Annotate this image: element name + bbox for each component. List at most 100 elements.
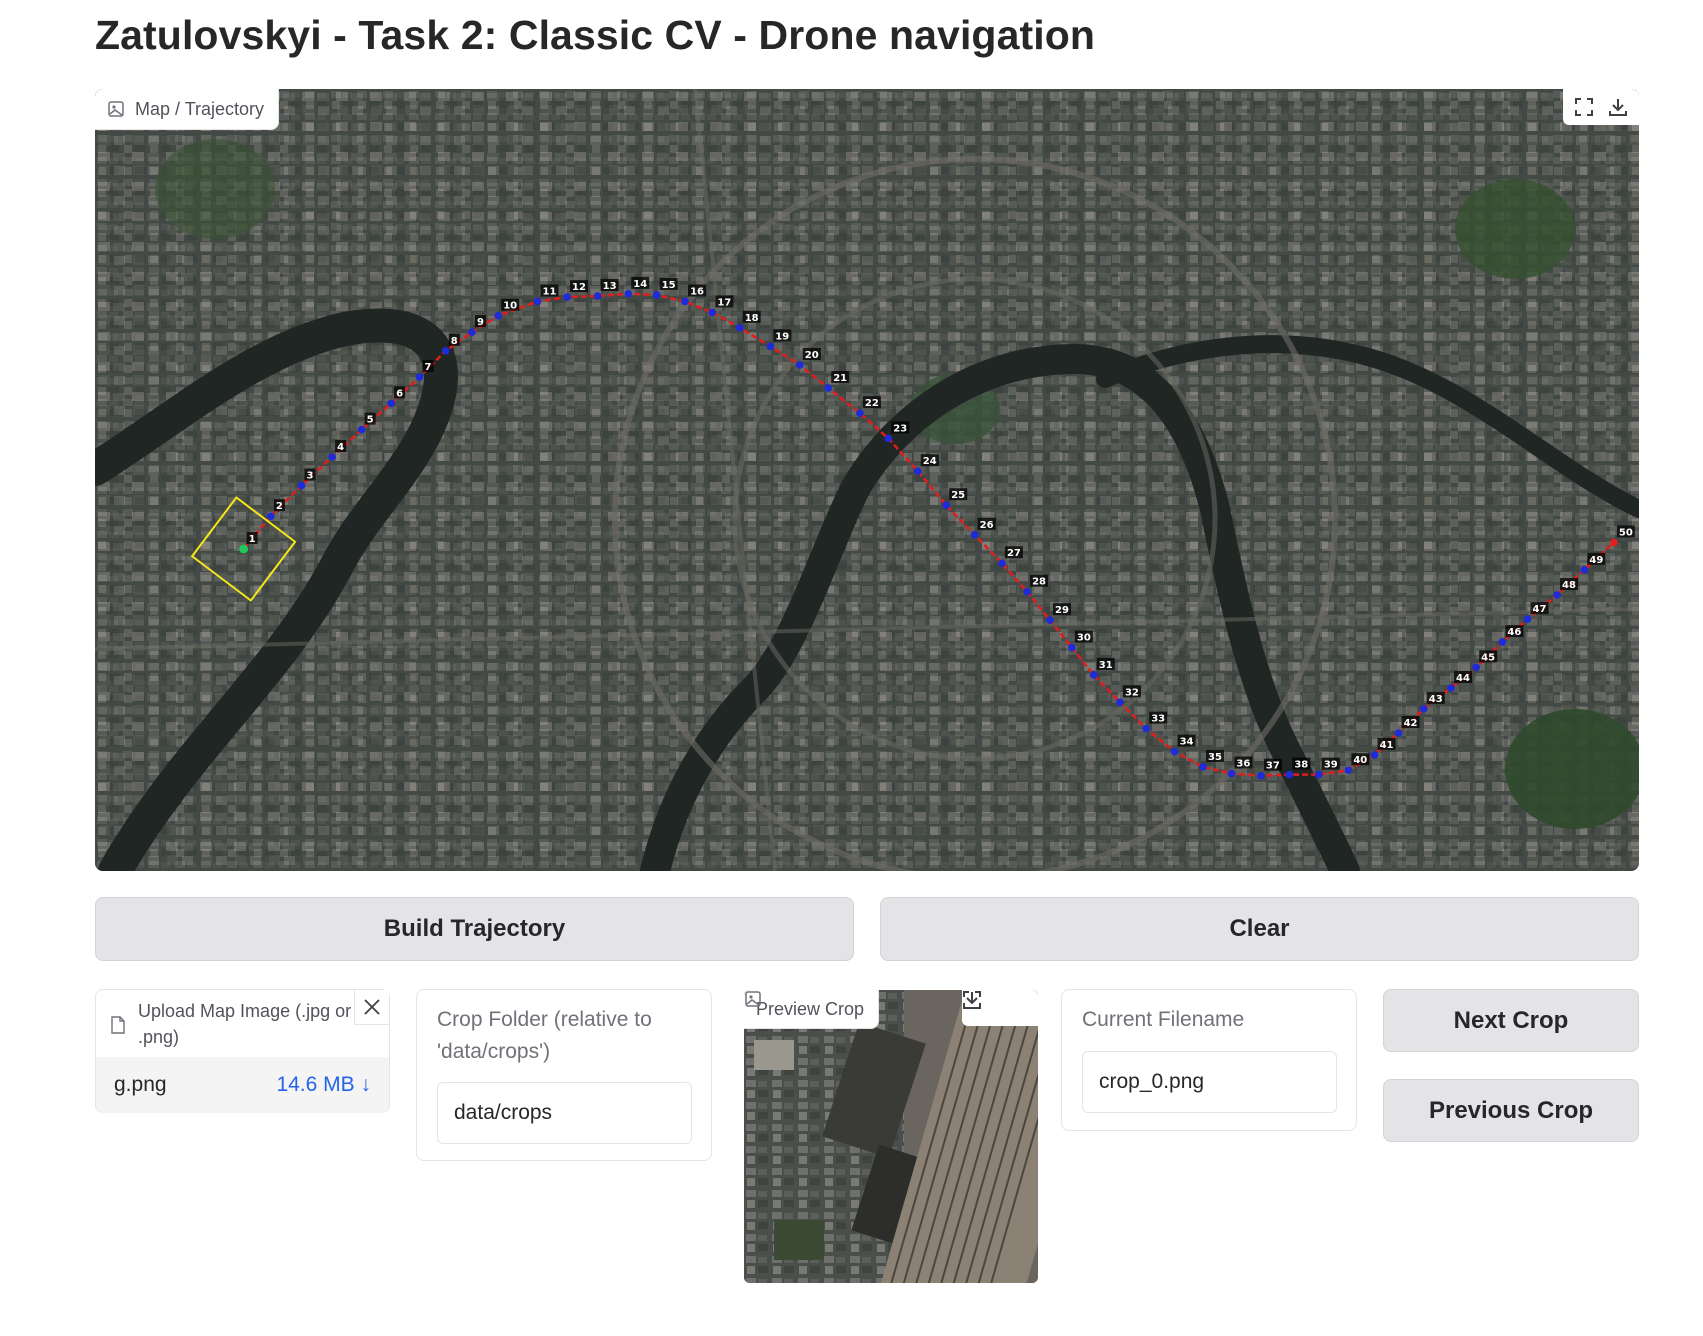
- crop-folder-input[interactable]: data/crops: [437, 1082, 692, 1144]
- current-filename-input[interactable]: crop_0.png: [1082, 1051, 1337, 1113]
- trajectory-point: [1199, 763, 1207, 771]
- trajectory-point-label: 39: [1324, 760, 1338, 771]
- fullscreen-icon[interactable]: [1567, 91, 1601, 123]
- trajectory-point: [884, 434, 893, 443]
- trajectory-point-label: 12: [572, 282, 586, 293]
- trajectory-point-label: 10: [503, 301, 517, 312]
- trajectory-point-label: 2: [276, 501, 283, 512]
- upload-label: Upload Map Image (.jpg or .png): [138, 1001, 352, 1048]
- trajectory-point-label: 19: [775, 331, 789, 342]
- trajectory-point: [468, 328, 476, 336]
- trajectory-point: [824, 384, 833, 392]
- download-icon[interactable]: [1601, 91, 1635, 123]
- file-size-download-link[interactable]: 14.6 MB ↓: [276, 1073, 371, 1097]
- trajectory-point: [681, 297, 689, 306]
- trajectory-point-label: 14: [633, 279, 647, 290]
- trajectory-point-label: 46: [1507, 627, 1521, 638]
- trajectory-point: [970, 530, 979, 539]
- trajectory-point: [1523, 615, 1532, 623]
- trajectory-point: [1447, 684, 1455, 692]
- previous-crop-button[interactable]: Previous Crop: [1383, 1079, 1639, 1142]
- trajectory-point-label: 48: [1562, 580, 1576, 591]
- trajectory-point: [624, 290, 633, 298]
- trajectory-point-label: 15: [662, 280, 676, 291]
- trajectory-point-label: 3: [307, 470, 314, 481]
- trajectory-point: [441, 346, 450, 355]
- trajectory-point-label: 22: [865, 398, 879, 409]
- trajectory-point-label: 47: [1533, 604, 1547, 615]
- trajectory-point: [1370, 751, 1379, 759]
- file-name: g.png: [114, 1073, 167, 1096]
- trajectory-point-label: 33: [1151, 714, 1165, 725]
- trajectory-point: [652, 291, 661, 299]
- download-icon[interactable]: [963, 992, 1034, 1024]
- clear-button[interactable]: Clear: [880, 897, 1639, 961]
- trajectory-point-label: 8: [451, 336, 458, 347]
- image-icon: [108, 101, 124, 117]
- trajectory-point: [1580, 566, 1589, 574]
- trajectory-point-label: 1: [249, 534, 256, 545]
- trajectory-point: [914, 467, 922, 476]
- trajectory-point: [735, 323, 744, 332]
- trajectory-point-label: 45: [1481, 652, 1495, 663]
- current-filename-panel: Current Filename crop_0.png: [1061, 989, 1357, 1131]
- next-crop-button[interactable]: Next Crop: [1383, 989, 1639, 1052]
- trajectory-point-label: 40: [1353, 755, 1367, 766]
- trajectory-point-label: 30: [1077, 633, 1091, 644]
- preview-image-label-text: Preview Crop: [756, 998, 865, 1019]
- trajectory-point: [1089, 671, 1098, 679]
- trajectory-point-label: 35: [1208, 752, 1222, 763]
- trajectory-point-label: 13: [603, 281, 617, 292]
- preview-image-label: Preview Crop: [744, 990, 880, 1029]
- trajectory-point-label: 28: [1032, 577, 1046, 588]
- trajectory-point: [533, 297, 542, 306]
- trajectory-point-label: 7: [425, 362, 432, 373]
- trajectory-point-label: 44: [1456, 673, 1470, 684]
- trajectory-point: [1553, 591, 1561, 599]
- upload-header: Upload Map Image (.jpg or .png): [96, 990, 389, 1058]
- map-image-toolbar: [1563, 89, 1639, 125]
- preview-image-toolbar: [962, 990, 1038, 1026]
- crop-folder-panel: Crop Folder (relative to 'data/crops') d…: [416, 989, 712, 1161]
- trajectory-point: [1472, 663, 1480, 672]
- trajectory-point-label: 18: [745, 313, 759, 324]
- trajectory-point: [267, 512, 275, 520]
- trajectory-point-label: 26: [980, 520, 994, 531]
- trajectory-point: [239, 544, 249, 554]
- trajectory-point: [1116, 698, 1124, 707]
- uploaded-file-row[interactable]: g.png 14.6 MB ↓: [96, 1057, 389, 1113]
- trajectory-point-label: 25: [951, 490, 965, 501]
- trajectory-point: [795, 361, 804, 369]
- build-trajectory-button[interactable]: Build Trajectory: [95, 897, 854, 961]
- trajectory-point-label: 27: [1007, 548, 1021, 559]
- trajectory-point: [1498, 638, 1507, 646]
- trajectory-point: [1419, 705, 1428, 713]
- trajectory-point: [1142, 724, 1150, 733]
- trajectory-point-label: 6: [396, 388, 403, 399]
- trajectory-point: [942, 501, 951, 509]
- trajectory-point: [1315, 770, 1323, 779]
- trajectory-point: [357, 425, 366, 434]
- map-trajectory-image: 1 2 3 4 5 6 7 8 9 10 11 12 13 14 15 16 17 18 19 20 21 22 23 24 2…: [95, 89, 1639, 871]
- trajectory-point: [1068, 643, 1076, 652]
- trajectory-point: [1170, 747, 1179, 756]
- trajectory-point: [1285, 770, 1294, 779]
- trajectory-point: [1046, 616, 1054, 624]
- trajectory-point-label: 50: [1619, 527, 1633, 538]
- map-image-label: Map / Trajectory: [95, 89, 280, 130]
- trajectory-point-label: 37: [1266, 761, 1280, 772]
- trajectory-point: [998, 559, 1006, 568]
- trajectory-point: [297, 481, 306, 490]
- trajectory-point: [1023, 587, 1031, 596]
- upload-map-panel[interactable]: Upload Map Image (.jpg or .png) g.png 14…: [95, 989, 390, 1113]
- trajectory-point-label: 17: [717, 297, 731, 308]
- trajectory-point: [708, 308, 717, 317]
- trajectory-point-label: 43: [1429, 694, 1443, 705]
- close-icon[interactable]: [354, 990, 389, 1025]
- page-title: Zatulovskyi - Task 2: Classic CV - Drone…: [95, 12, 1096, 58]
- trajectory-path: [242, 292, 1615, 777]
- trajectory-point: [415, 373, 424, 381]
- trajectory-point-label: 31: [1099, 660, 1113, 671]
- trajectory-point: [494, 311, 503, 320]
- crop-folder-label: Crop Folder (relative to 'data/crops'): [437, 1008, 652, 1063]
